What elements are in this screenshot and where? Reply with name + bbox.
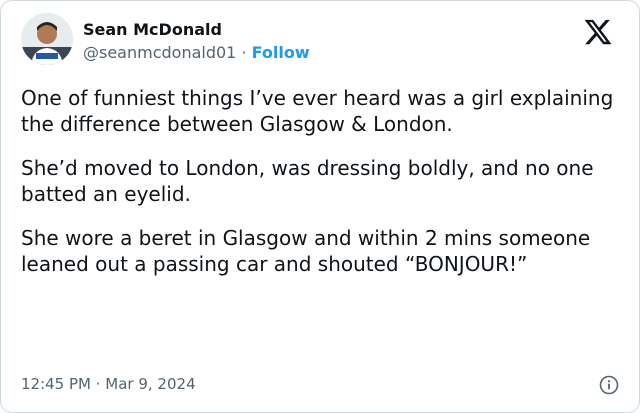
tweet-paragraph-1: One of funniest things I’ve ever heard w… (21, 86, 614, 136)
timestamp[interactable]: 12:45 PM · Mar 9, 2024 (21, 374, 196, 394)
avatar[interactable] (21, 13, 73, 65)
handle[interactable]: @seanmcdonald01 (83, 43, 236, 62)
tweet-paragraph-3: She wore a beret in Glasgow and within 2… (21, 226, 591, 276)
x-logo-icon[interactable] (583, 17, 613, 47)
display-name[interactable]: Sean McDonald (83, 20, 310, 40)
tweet-paragraph-2: She’d moved to London, was dressing bold… (21, 156, 594, 206)
handle-row: @seanmcdonald01 · Follow (83, 42, 310, 64)
tweet-header: Sean McDonald @seanmcdonald01 · Follow (21, 13, 619, 73)
avatar-image (21, 13, 73, 65)
follow-button[interactable]: Follow (252, 43, 310, 62)
tweet-text: One of funniest things I’ve ever heard w… (21, 85, 621, 277)
tweet-card: Sean McDonald @seanmcdonald01 · Follow O… (0, 0, 640, 413)
separator: · (241, 43, 247, 62)
author-info: Sean McDonald @seanmcdonald01 · Follow (83, 20, 310, 64)
info-icon[interactable] (599, 375, 619, 395)
